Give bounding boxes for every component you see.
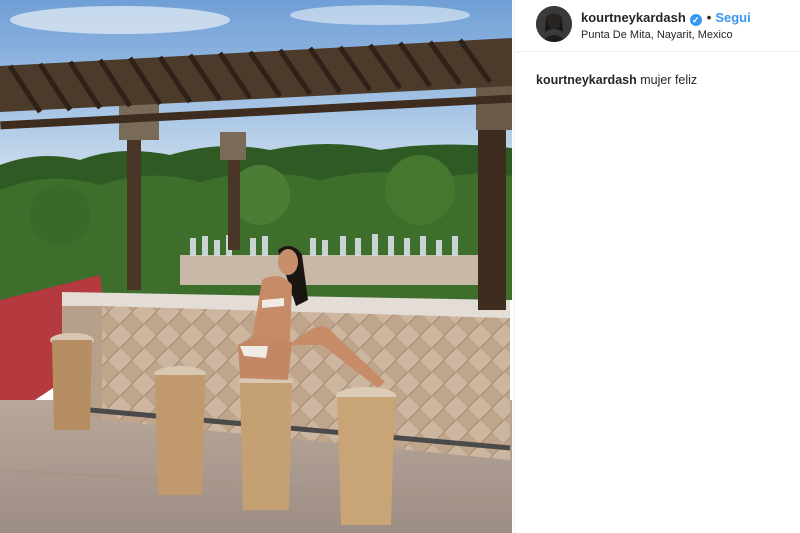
follow-button[interactable]: Segui [715, 10, 750, 25]
post-photo[interactable] [0, 0, 512, 533]
location-link[interactable]: Punta De Mita, Nayarit, Mexico [581, 29, 733, 41]
post-side-panel: kourtneykardash ✓ • Segui Punta De Mita, Na… [514, 0, 800, 533]
caption-text: mujer feliz [640, 73, 698, 87]
verified-badge-icon: ✓ [689, 14, 702, 26]
post-caption: kourtneykardash mujer feliz [536, 73, 697, 87]
separator-dot: • [706, 10, 712, 25]
post-header: kourtneykardash ✓ • Segui Punta De Mita, Na… [515, 0, 800, 52]
username-row: kourtneykardash ✓ • Segui [581, 10, 751, 26]
username-link[interactable]: kourtneykardash [581, 10, 686, 25]
avatar[interactable] [536, 6, 572, 42]
caption-username-link[interactable]: kourtneykardash [536, 73, 637, 87]
